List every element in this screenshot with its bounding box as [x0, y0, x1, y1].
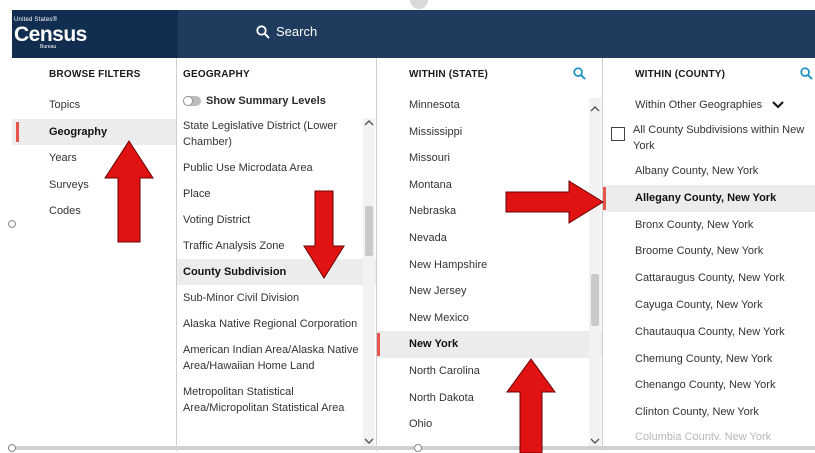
window-drag-handle[interactable] [410, 0, 428, 9]
all-subdivisions-row[interactable]: All County Subdivisions within New York [603, 118, 815, 158]
county-item[interactable]: Bronx County, New York [603, 212, 815, 239]
state-item[interactable]: Minnesota [377, 92, 602, 119]
chevron-down-icon [772, 101, 784, 109]
geo-item[interactable]: American Indian Area/Alaska Native Area/… [177, 337, 376, 379]
chevron-up-icon[interactable] [364, 118, 374, 128]
county-item[interactable]: Chemung County, New York [603, 346, 815, 373]
filter-item-topics[interactable]: Topics [12, 92, 176, 119]
state-item[interactable]: New Hampshire [377, 252, 602, 279]
geo-item[interactable]: Voting District [177, 207, 376, 233]
geo-item[interactable]: Place [177, 181, 376, 207]
state-item[interactable]: North Carolina [377, 358, 602, 385]
geography-scrollbar[interactable] [363, 118, 375, 448]
geo-item[interactable]: Alaska Native Regional Corporation [177, 311, 376, 337]
county-item[interactable]: Columbia County, New York [603, 426, 815, 440]
dropdown-label: Within Other Geographies [635, 99, 763, 111]
all-subdivisions-label: All County Subdivisions within New York [633, 124, 805, 152]
toggle-switch[interactable] [183, 96, 201, 106]
state-panel: WITHIN (STATE) Minnesota Mississippi Mis… [376, 58, 602, 451]
chevron-up-icon[interactable] [590, 104, 600, 114]
resize-handle-bottom[interactable] [414, 444, 422, 452]
state-item[interactable]: Mississippi [377, 119, 602, 146]
geo-item[interactable]: Sub-Minor Civil Division [177, 285, 376, 311]
resize-handle-bottom-left[interactable] [8, 444, 16, 452]
county-item[interactable]: Cayuga County, New York [603, 292, 815, 319]
county-item[interactable]: Clinton County, New York [603, 399, 815, 426]
all-subdivisions-checkbox[interactable] [611, 127, 625, 141]
geo-item-selected[interactable]: County Subdivision [177, 259, 376, 285]
county-item[interactable]: Chenango County, New York [603, 372, 815, 399]
geography-panel: GEOGRAPHY Show Summary Levels State Legi… [176, 58, 376, 451]
scroll-thumb[interactable] [591, 274, 599, 326]
resize-handle-left[interactable] [8, 220, 16, 228]
other-geographies-dropdown[interactable]: Within Other Geographies [603, 92, 815, 118]
browse-filters-panel: BROWSE FILTERS Topics Geography Years Su… [12, 58, 176, 451]
state-item-selected[interactable]: New York [377, 331, 602, 358]
census-logo[interactable]: United States® Census Bureau [12, 10, 178, 58]
geo-item[interactable]: State Legislative District (Lower Chambe… [177, 113, 376, 155]
state-item[interactable]: New Jersey [377, 278, 602, 305]
state-item[interactable]: Nevada [377, 225, 602, 252]
arrow-right-icon [505, 180, 604, 224]
state-item[interactable]: Missouri [377, 145, 602, 172]
search-icon[interactable] [573, 67, 586, 80]
state-item[interactable]: Ohio [377, 411, 602, 438]
county-panel: WITHIN (COUNTY) Within Other Geographies… [602, 58, 815, 451]
county-item[interactable]: Chautauqua County, New York [603, 319, 815, 346]
state-scrollbar[interactable] [589, 98, 601, 448]
geo-item[interactable]: Traffic Analysis Zone [177, 233, 376, 259]
search-area: Search [178, 10, 815, 58]
arrow-up-icon [506, 358, 556, 453]
logo-line2: Census [14, 23, 87, 46]
geo-item[interactable]: Public Use Microdata Area [177, 155, 376, 181]
arrow-up-icon [104, 140, 154, 243]
header-search-button[interactable]: Search [256, 24, 317, 39]
toggle-knob [183, 96, 193, 106]
county-item[interactable]: Cattaraugus County, New York [603, 265, 815, 292]
county-item[interactable]: Albany County, New York [603, 158, 815, 185]
scroll-thumb[interactable] [365, 206, 373, 256]
geography-title: GEOGRAPHY [183, 69, 250, 80]
state-title: WITHIN (STATE) [409, 69, 489, 80]
browse-filters-title: BROWSE FILTERS [49, 69, 141, 80]
chevron-down-icon[interactable] [590, 436, 600, 446]
summary-levels-toggle[interactable]: Show Summary Levels [177, 92, 376, 113]
chevron-down-icon[interactable] [364, 436, 374, 446]
county-title: WITHIN (COUNTY) [635, 69, 726, 80]
geo-item[interactable]: Metropolitan Statistical Area/Micropolit… [177, 379, 376, 421]
search-label: Search [276, 24, 318, 39]
state-item[interactable]: New Mexico [377, 305, 602, 332]
search-icon [256, 24, 270, 39]
arrow-down-icon [303, 190, 345, 279]
search-icon[interactable] [800, 67, 813, 80]
county-item-selected[interactable]: Allegany County, New York [603, 184, 815, 212]
top-header-bar: United States® Census Bureau Search [12, 10, 815, 58]
county-item[interactable]: Broome County, New York [603, 238, 815, 265]
toggle-label: Show Summary Levels [206, 95, 326, 107]
state-item[interactable]: North Dakota [377, 385, 602, 412]
